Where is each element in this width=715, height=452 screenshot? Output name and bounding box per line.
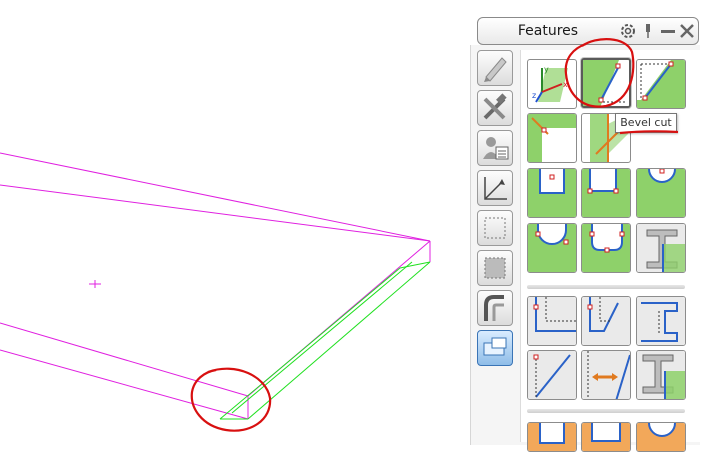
feature-tile-partial[interactable] xyxy=(581,422,631,452)
notch-round-corner-tile[interactable] xyxy=(527,223,577,273)
dashed-square-icon xyxy=(484,217,506,239)
bevel-edge-highlight xyxy=(219,261,431,420)
edge-offset-tile[interactable] xyxy=(581,350,631,400)
corner-cut-a-tile[interactable] xyxy=(527,113,577,163)
edge-corner-icon xyxy=(528,297,576,345)
notch-round-tile[interactable] xyxy=(636,168,686,218)
edge-offset-icon xyxy=(582,351,630,399)
beam-cut-icon xyxy=(637,224,685,272)
category-edit-tool-button[interactable] xyxy=(477,50,513,86)
close-icon[interactable] xyxy=(677,21,697,41)
notch-corner-tile[interactable] xyxy=(581,168,631,218)
coordinate-system-tile[interactable]: y x z xyxy=(527,59,577,109)
category-dimensions-button[interactable] xyxy=(477,170,513,206)
user-properties-icon xyxy=(483,137,509,160)
bend-icon xyxy=(484,295,504,321)
svg-text:y: y xyxy=(544,65,549,74)
coordinate-system-icon: y x z xyxy=(532,65,568,103)
origin-marker xyxy=(89,280,101,288)
category-boundary-button[interactable] xyxy=(477,210,513,246)
tiles-separator xyxy=(527,409,685,413)
svg-text:z: z xyxy=(532,91,536,100)
features-icon xyxy=(483,337,507,356)
axes-icon xyxy=(484,177,507,200)
bevel-cut-tile[interactable] xyxy=(581,58,631,108)
edge-bevel-tile[interactable] xyxy=(527,350,577,400)
notch-rectangular-icon xyxy=(528,169,576,217)
profile-icon xyxy=(484,257,506,279)
category-properties-button[interactable] xyxy=(477,130,513,166)
edge-step-icon xyxy=(637,297,685,345)
notch-partial-icon xyxy=(582,423,630,451)
edge-bevel-icon xyxy=(528,351,576,399)
tiles-separator xyxy=(527,285,685,289)
hammer-wrench-icon xyxy=(483,93,507,120)
notch-round-corner-icon xyxy=(528,224,576,272)
gear-icon[interactable] xyxy=(618,21,638,41)
minimize-icon[interactable] xyxy=(658,21,678,41)
edge-angle-tile[interactable] xyxy=(581,296,631,346)
beam-cut-tile[interactable] xyxy=(636,223,686,273)
notch-rounded-rect-tile[interactable] xyxy=(581,223,631,273)
bevel-cut-tooltip: Bevel cut xyxy=(615,113,677,133)
category-bend-button[interactable] xyxy=(477,290,513,326)
pencil-icon xyxy=(484,57,507,82)
features-panel-header: Features xyxy=(477,17,699,45)
notch-rectangular-tile[interactable] xyxy=(527,168,577,218)
category-profile-button[interactable] xyxy=(477,250,513,286)
edge-corner-tile[interactable] xyxy=(527,296,577,346)
beam-notch-icon xyxy=(637,351,685,399)
notch-partial-icon xyxy=(637,423,685,451)
feature-tile-partial[interactable] xyxy=(636,422,686,452)
notch-round-icon xyxy=(637,169,685,217)
corner-bevel-icon xyxy=(637,60,685,108)
svg-text:x: x xyxy=(563,80,568,89)
notch-corner-icon xyxy=(582,169,630,217)
feature-tile-partial[interactable] xyxy=(527,422,577,452)
panel-title: Features xyxy=(517,23,579,39)
notch-partial-icon xyxy=(528,423,576,451)
plate-outline xyxy=(0,152,431,420)
bevel-cut-icon xyxy=(583,60,629,106)
notch-rounded-rect-icon xyxy=(582,224,630,272)
category-features-button[interactable] xyxy=(477,330,513,366)
pin-icon[interactable] xyxy=(638,21,658,41)
category-tools-button[interactable] xyxy=(477,90,513,126)
corner-bevel-tile[interactable] xyxy=(636,59,686,109)
edge-angle-icon xyxy=(582,297,630,345)
edge-step-tile[interactable] xyxy=(636,296,686,346)
corner-cut-a-icon xyxy=(528,114,576,162)
beam-notch-tile[interactable] xyxy=(636,350,686,400)
